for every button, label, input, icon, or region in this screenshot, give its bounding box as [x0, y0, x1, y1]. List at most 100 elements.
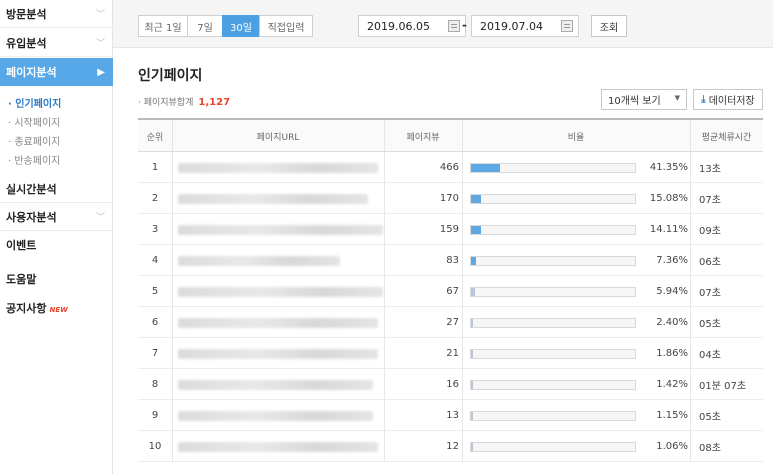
sidebar-subitem-exit-pages[interactable]: · 종료페이지 [8, 133, 60, 148]
table-row: 10 12 1.06% 08초 [138, 431, 763, 462]
url-cell[interactable] [178, 431, 378, 462]
table-row: 6 27 2.40% 05초 [138, 307, 763, 338]
table-row: 1 466 41.35% 13초 [138, 152, 763, 183]
sidebar-subitem-bounce-pages[interactable]: · 반송페이지 [8, 152, 60, 167]
chevron-down-icon: ﹀ [95, 213, 105, 223]
table-body: 1 466 41.35% 13초 2 170 15.08% 07초 3 159 14.11% 09초 4… [138, 152, 763, 462]
avg-time-cell: 13초 [699, 164, 721, 175]
main-content: 최근 1일 7일 30일 직접입력 2019.06.05 - 2019.07.0… [113, 0, 773, 474]
rank-cell: 5 [151, 286, 159, 297]
url-redacted [178, 379, 373, 390]
sidebar-item-events[interactable]: 이벤트 [0, 231, 113, 259]
rank-cell: 4 [151, 255, 159, 266]
table-row: 9 13 1.15% 05초 [138, 400, 763, 431]
ratio-bar-fill [471, 442, 473, 451]
views-cell: 27 [446, 317, 459, 328]
url-redacted [178, 255, 340, 266]
rank-cell: 8 [151, 379, 159, 390]
sidebar-item-page-analysis[interactable]: 페이지분석 ▶ [0, 58, 113, 86]
url-cell[interactable] [178, 307, 378, 338]
avg-time-cell: 05초 [699, 412, 721, 423]
sidebar-item-help[interactable]: 도움말 [6, 271, 36, 287]
ratio-cell: 15.08% [649, 193, 688, 204]
url-cell[interactable] [178, 183, 368, 214]
range-7days-button[interactable]: 7일 [187, 15, 223, 37]
ratio-cell: 2.40% [656, 317, 688, 328]
ratio-cell: 1.15% [656, 410, 688, 421]
url-cell[interactable] [178, 214, 383, 245]
start-date-value: 2019.06.05 [367, 19, 430, 33]
calendar-icon[interactable] [448, 20, 460, 32]
start-date-field[interactable]: 2019.06.05 [358, 15, 466, 37]
pageview-total-value: 1,127 [198, 97, 231, 108]
url-redacted [178, 224, 383, 235]
sidebar-item-realtime-analysis[interactable]: 실시간분석 [0, 175, 113, 203]
date-toolbar: 최근 1일 7일 30일 직접입력 2019.06.05 - 2019.07.0… [113, 0, 773, 48]
sidebar-item-label: 페이지분석 [6, 66, 57, 79]
url-cell[interactable] [178, 245, 340, 276]
download-icon: ⤓ [701, 94, 706, 105]
table-row: 8 16 1.42% 01분 07초 [138, 369, 763, 400]
header-rank: 순위 [146, 132, 164, 143]
avg-time-cell: 07초 [699, 288, 721, 299]
range-30days-button[interactable]: 30일 [222, 15, 260, 37]
avg-time-cell: 06초 [699, 257, 721, 268]
ratio-cell: 14.11% [649, 224, 688, 235]
avg-time-cell: 04초 [699, 350, 721, 361]
sidebar-item-inflow-analysis[interactable]: 유입분석 ﹀ [0, 29, 113, 57]
views-cell: 466 [439, 162, 459, 173]
rank-cell: 2 [151, 193, 159, 204]
ratio-bar-track [470, 193, 636, 204]
url-cell[interactable] [178, 276, 383, 307]
save-data-label: 데이터저장 [708, 96, 755, 107]
save-data-button[interactable]: ⤓ 데이터저장 [693, 89, 763, 110]
ratio-bar-fill [471, 349, 473, 358]
table-row: 7 21 1.86% 04초 [138, 338, 763, 369]
sidebar-item-label: 유입분석 [6, 36, 47, 50]
table-row: 3 159 14.11% 09초 [138, 214, 763, 245]
url-cell[interactable] [178, 400, 373, 431]
ratio-bar-fill [471, 194, 482, 203]
range-1day-button[interactable]: 최근 1일 [138, 15, 188, 37]
table-row: 4 83 7.36% 06초 [138, 245, 763, 276]
url-cell[interactable] [178, 152, 378, 183]
popular-pages-table: 순위 페이지URL 페이지뷰 비율 평균체류시간 1 466 41.35% 13초 2 1… [138, 118, 763, 462]
header-url: 페이지URL [256, 132, 300, 143]
sidebar-subitem-start-pages[interactable]: · 시작페이지 [8, 114, 60, 129]
ratio-cell: 41.35% [649, 162, 688, 173]
sidebar-subitem-popular-pages[interactable]: · 인기페이지 [8, 95, 61, 110]
views-cell: 83 [446, 255, 459, 266]
sidebar-item-notice[interactable]: 공지사항 NEW [6, 300, 68, 316]
header-avg-time: 평균체류시간 [701, 132, 752, 143]
page-size-value: 10개씩 보기 [608, 96, 661, 107]
ratio-cell: 5.94% [656, 286, 688, 297]
ratio-bar-track [470, 348, 636, 359]
views-cell: 21 [446, 348, 459, 359]
ratio-bar-track [470, 410, 636, 421]
ratio-bar-cell [470, 431, 636, 462]
url-redacted [178, 441, 378, 452]
pageview-total: · 페이지뷰합계 1,127 [138, 95, 230, 108]
sidebar-item-label: 방문분석 [6, 7, 47, 21]
page-size-select[interactable]: 10개씩 보기 ▼ [601, 89, 687, 110]
range-custom-button[interactable]: 직접입력 [259, 15, 313, 37]
ratio-bar-track [470, 379, 636, 390]
rank-cell: 9 [151, 410, 159, 421]
ratio-bar-fill [471, 287, 476, 296]
ratio-bar-cell [470, 338, 636, 369]
sidebar-item-visit-analysis[interactable]: 방문분석 ﹀ [0, 0, 113, 28]
ratio-bar-track [470, 441, 636, 452]
calendar-icon[interactable] [561, 20, 573, 32]
rank-cell: 6 [151, 317, 159, 328]
ratio-bar-fill [471, 380, 473, 389]
search-button[interactable]: 조회 [591, 15, 627, 37]
avg-time-cell: 08초 [699, 443, 721, 454]
url-cell[interactable] [178, 338, 378, 369]
url-cell[interactable] [178, 369, 373, 400]
end-date-field[interactable]: 2019.07.04 [471, 15, 579, 37]
views-cell: 67 [446, 286, 459, 297]
ratio-cell: 7.36% [656, 255, 688, 266]
ratio-bar-cell [470, 307, 636, 338]
sidebar-item-user-analysis[interactable]: 사용자분석 ﹀ [0, 203, 113, 231]
ratio-bar-track [470, 162, 636, 173]
